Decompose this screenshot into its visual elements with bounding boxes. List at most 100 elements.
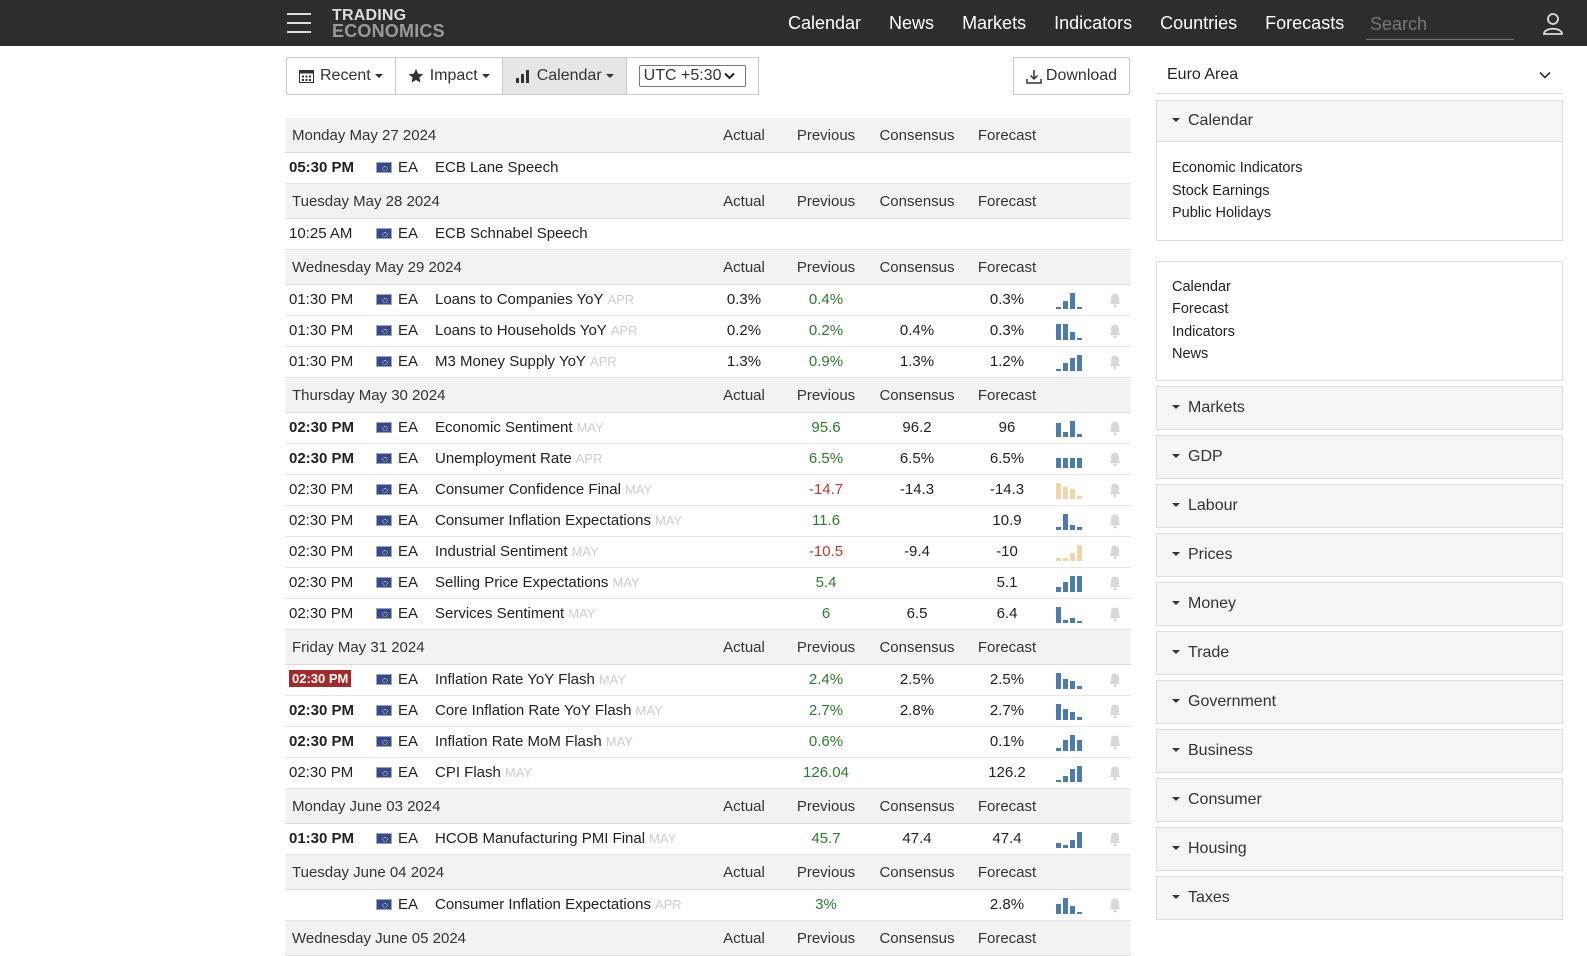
- sparkline-chart[interactable]: [1056, 452, 1086, 468]
- event-name-link[interactable]: Core Inflation Rate YoY Flash MAY: [435, 702, 663, 719]
- event-name-link[interactable]: Consumer Inflation Expectations MAY: [435, 512, 682, 529]
- event-row[interactable]: 02:30 PM EA Inflation Rate YoY Flash MAY 2.4…: [285, 665, 1131, 696]
- sparkline-chart[interactable]: [1056, 293, 1086, 309]
- event-name-link[interactable]: Consumer Confidence Final MAY: [435, 481, 652, 498]
- event-row[interactable]: 02:30 PM EA CPI Flash MAY 126.04 126.2: [285, 758, 1131, 789]
- event-name-link[interactable]: CPI Flash MAY: [435, 764, 532, 781]
- bell-icon[interactable]: [1108, 765, 1122, 781]
- bell-icon[interactable]: [1108, 354, 1122, 370]
- event-name-link[interactable]: Loans to Companies YoY APR: [435, 291, 634, 308]
- bell-icon[interactable]: [1108, 544, 1122, 560]
- bell-icon[interactable]: [1108, 420, 1122, 436]
- hamburger-menu-icon[interactable]: [287, 13, 311, 33]
- sparkline-chart[interactable]: [1056, 421, 1086, 437]
- impact-dropdown[interactable]: Impact: [395, 58, 503, 94]
- section-government[interactable]: Government: [1156, 679, 1563, 724]
- event-row[interactable]: 02:30 PM EA Core Inflation Rate YoY Flash M…: [285, 696, 1131, 727]
- sidebar-link-economic-indicators[interactable]: Economic Indicators: [1172, 157, 1547, 180]
- section-markets[interactable]: Markets: [1156, 385, 1563, 430]
- event-row[interactable]: 01:30 PM EA Loans to Companies YoY APR 0.3% 0…: [285, 285, 1131, 316]
- bell-icon[interactable]: [1108, 323, 1122, 339]
- bell-icon[interactable]: [1108, 703, 1122, 719]
- event-row[interactable]: 02:30 PM EA Consumer Confidence Final MAY -1…: [285, 475, 1131, 506]
- recent-dropdown[interactable]: Recent: [287, 58, 396, 94]
- event-name-link[interactable]: Inflation Rate MoM Flash MAY: [435, 733, 633, 750]
- event-row[interactable]: 02:30 PM EA Consumer Inflation Expectation…: [285, 506, 1131, 537]
- event-row[interactable]: EA Consumer Inflation Expectations APR 3% 2.…: [285, 890, 1131, 921]
- event-row[interactable]: 10:25 AM EA ECB Schnabel Speech: [285, 219, 1131, 250]
- event-name-link[interactable]: ECB Schnabel Speech: [435, 225, 592, 242]
- nav-link-countries[interactable]: Countries: [1160, 13, 1237, 34]
- section-housing[interactable]: Housing: [1156, 826, 1563, 871]
- bell-icon[interactable]: [1108, 575, 1122, 591]
- sidebar-link-news[interactable]: News: [1172, 343, 1547, 366]
- event-row[interactable]: 01:30 PM EA HCOB Manufacturing PMI Final MA…: [285, 824, 1131, 855]
- section-taxes[interactable]: Taxes: [1156, 875, 1563, 920]
- calendar-view-dropdown[interactable]: Calendar: [502, 58, 627, 94]
- nav-link-markets[interactable]: Markets: [962, 13, 1026, 34]
- timezone-select[interactable]: UTC +5:30: [626, 58, 758, 94]
- sidebar-link-stock-earnings[interactable]: Stock Earnings: [1172, 180, 1547, 203]
- event-name-link[interactable]: Loans to Households YoY APR: [435, 322, 638, 339]
- sparkline-chart[interactable]: [1056, 514, 1086, 530]
- sparkline-chart[interactable]: [1056, 483, 1086, 499]
- section-money[interactable]: Money: [1156, 581, 1563, 626]
- section-labour[interactable]: Labour: [1156, 483, 1563, 528]
- event-row[interactable]: 05:30 PM EA ECB Lane Speech: [285, 153, 1131, 184]
- sparkline-chart[interactable]: [1056, 355, 1086, 371]
- sparkline-chart[interactable]: [1056, 673, 1086, 689]
- bell-icon[interactable]: [1108, 897, 1122, 913]
- sidebar-link-public-holidays[interactable]: Public Holidays: [1172, 202, 1547, 225]
- nav-link-forecasts[interactable]: Forecasts: [1265, 13, 1344, 34]
- section-consumer[interactable]: Consumer: [1156, 777, 1563, 822]
- section-gdp[interactable]: GDP: [1156, 434, 1563, 479]
- sparkline-chart[interactable]: [1056, 545, 1086, 561]
- country-selector[interactable]: Euro Area: [1156, 56, 1563, 94]
- nav-link-news[interactable]: News: [889, 13, 934, 34]
- timezone-select-box[interactable]: UTC +5:30: [638, 65, 746, 87]
- section-prices[interactable]: Prices: [1156, 532, 1563, 577]
- event-name-link[interactable]: M3 Money Supply YoY APR: [435, 353, 617, 370]
- event-name-link[interactable]: HCOB Manufacturing PMI Final MAY: [435, 830, 676, 847]
- search-input[interactable]: [1366, 10, 1514, 40]
- event-row[interactable]: 02:30 PM EA Unemployment Rate APR 6.5% 6.5% 6.…: [285, 444, 1131, 475]
- nav-link-calendar[interactable]: Calendar: [788, 13, 861, 34]
- sparkline-chart[interactable]: [1056, 832, 1086, 848]
- bell-icon[interactable]: [1108, 292, 1122, 308]
- bell-icon[interactable]: [1108, 451, 1122, 467]
- sidebar-link-forecast[interactable]: Forecast: [1172, 298, 1547, 321]
- event-name-link[interactable]: Selling Price Expectations MAY: [435, 574, 640, 591]
- sparkline-chart[interactable]: [1056, 607, 1086, 623]
- bell-icon[interactable]: [1108, 831, 1122, 847]
- event-row[interactable]: 01:30 PM EA Loans to Households YoY APR 0.2%…: [285, 316, 1131, 347]
- sparkline-chart[interactable]: [1056, 898, 1086, 914]
- event-name-link[interactable]: ECB Lane Speech: [435, 159, 562, 176]
- event-row[interactable]: 02:30 PM EA Services Sentiment MAY 6 6.5 6.4: [285, 599, 1131, 630]
- section-trade[interactable]: Trade: [1156, 630, 1563, 675]
- bell-icon[interactable]: [1108, 606, 1122, 622]
- sparkline-chart[interactable]: [1056, 324, 1086, 340]
- download-button[interactable]: Download: [1013, 57, 1130, 95]
- bell-icon[interactable]: [1108, 482, 1122, 498]
- section-business[interactable]: Business: [1156, 728, 1563, 773]
- event-name-link[interactable]: Inflation Rate YoY Flash MAY: [435, 671, 626, 688]
- nav-link-indicators[interactable]: Indicators: [1054, 13, 1132, 34]
- sidebar-link-calendar[interactable]: Calendar: [1172, 276, 1547, 299]
- event-row[interactable]: 01:30 PM EA M3 Money Supply YoY APR 1.3% 0.9%…: [285, 347, 1131, 378]
- bell-icon[interactable]: [1108, 672, 1122, 688]
- event-row[interactable]: 02:30 PM EA Inflation Rate MoM Flash MAY 0.6…: [285, 727, 1131, 758]
- event-name-link[interactable]: Consumer Inflation Expectations APR: [435, 896, 682, 913]
- event-name-link[interactable]: Unemployment Rate APR: [435, 450, 602, 467]
- sparkline-chart[interactable]: [1056, 704, 1086, 720]
- sparkline-chart[interactable]: [1056, 766, 1086, 782]
- bell-icon[interactable]: [1108, 513, 1122, 529]
- bell-icon[interactable]: [1108, 734, 1122, 750]
- calendar-box-header[interactable]: Calendar: [1157, 101, 1562, 141]
- sidebar-link-indicators[interactable]: Indicators: [1172, 321, 1547, 344]
- sparkline-chart[interactable]: [1056, 735, 1086, 751]
- event-row[interactable]: 02:30 PM EA Selling Price Expectations MAY 5…: [285, 568, 1131, 599]
- user-icon[interactable]: [1543, 13, 1563, 35]
- event-row[interactable]: 02:30 PM EA Economic Sentiment MAY 95.6 96.2 9…: [285, 413, 1131, 444]
- event-name-link[interactable]: Economic Sentiment MAY: [435, 419, 604, 436]
- sparkline-chart[interactable]: [1056, 576, 1086, 592]
